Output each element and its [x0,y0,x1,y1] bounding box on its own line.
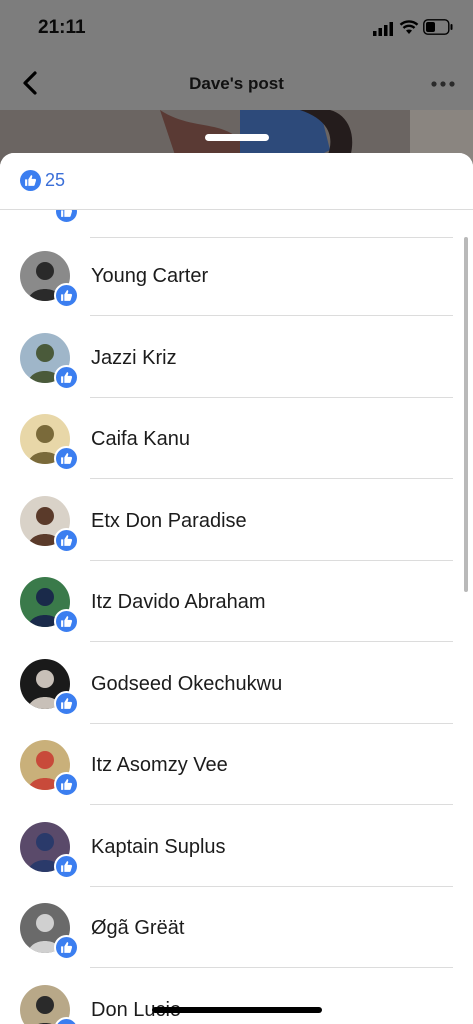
liker-name[interactable]: Øgã Grëät [91,917,184,940]
liker-name[interactable]: Itz Asomzy Vee [91,754,228,777]
list-item[interactable]: Etx Don Paradise [0,480,473,561]
list-item[interactable]: Don Lucio [0,969,473,1024]
sheet-grabber[interactable] [205,134,269,141]
scrollbar[interactable] [464,237,468,592]
list-item[interactable]: Godseed Okechukwu [0,643,473,724]
liker-name[interactable]: Itz Davido Abraham [91,591,266,614]
liker-name[interactable]: Young Carter [91,265,208,288]
cellular-signal-icon [373,22,393,36]
like-badge-icon [54,609,79,634]
more-options-icon[interactable] [430,80,456,88]
list-item[interactable]: Caifa Kanu [0,398,473,479]
like-badge-icon [54,283,79,308]
liker-name[interactable]: Kaptain Suplus [91,836,226,859]
home-indicator[interactable] [152,1007,322,1013]
list-item[interactable]: Itz Asomzy Vee [0,724,473,805]
list-item[interactable]: Kaptain Suplus [0,806,473,887]
list-item[interactable]: Young Carter [0,235,473,316]
status-time: 21:11 [38,17,86,38]
like-count[interactable]: 25 [45,170,65,191]
liker-name[interactable]: Caifa Kanu [91,428,190,451]
like-badge-icon [54,446,79,471]
navigation-bar: Dave's post [0,56,473,110]
like-badge-icon [54,853,79,879]
page-title: Dave's post [189,74,284,93]
list-item[interactable]: Jazzi Kriz [0,317,473,398]
reactions-sheet: Young Carter Jazzi Kriz Caifa Kanu Etx Don … [0,153,473,1024]
like-badge-icon [54,690,79,716]
like-badge-icon [54,935,79,960]
like-badge-icon [54,364,79,390]
reactions-header: 25 [0,153,473,210]
like-badge-icon [54,527,79,553]
liker-name[interactable]: Etx Don Paradise [91,510,247,533]
likers-list: Young Carter Jazzi Kriz Caifa Kanu Etx Don … [0,153,473,1024]
like-badge-icon [54,772,79,797]
liker-name[interactable]: Jazzi Kriz [91,347,177,370]
wifi-icon [399,20,419,34]
list-item[interactable]: Itz Davido Abraham [0,561,473,642]
battery-icon [423,19,453,35]
liker-name[interactable]: Godseed Okechukwu [91,673,282,696]
status-bar: 21:11 [0,0,473,56]
like-reaction-icon[interactable] [20,170,41,191]
list-item[interactable]: Øgã Grëät [0,887,473,968]
